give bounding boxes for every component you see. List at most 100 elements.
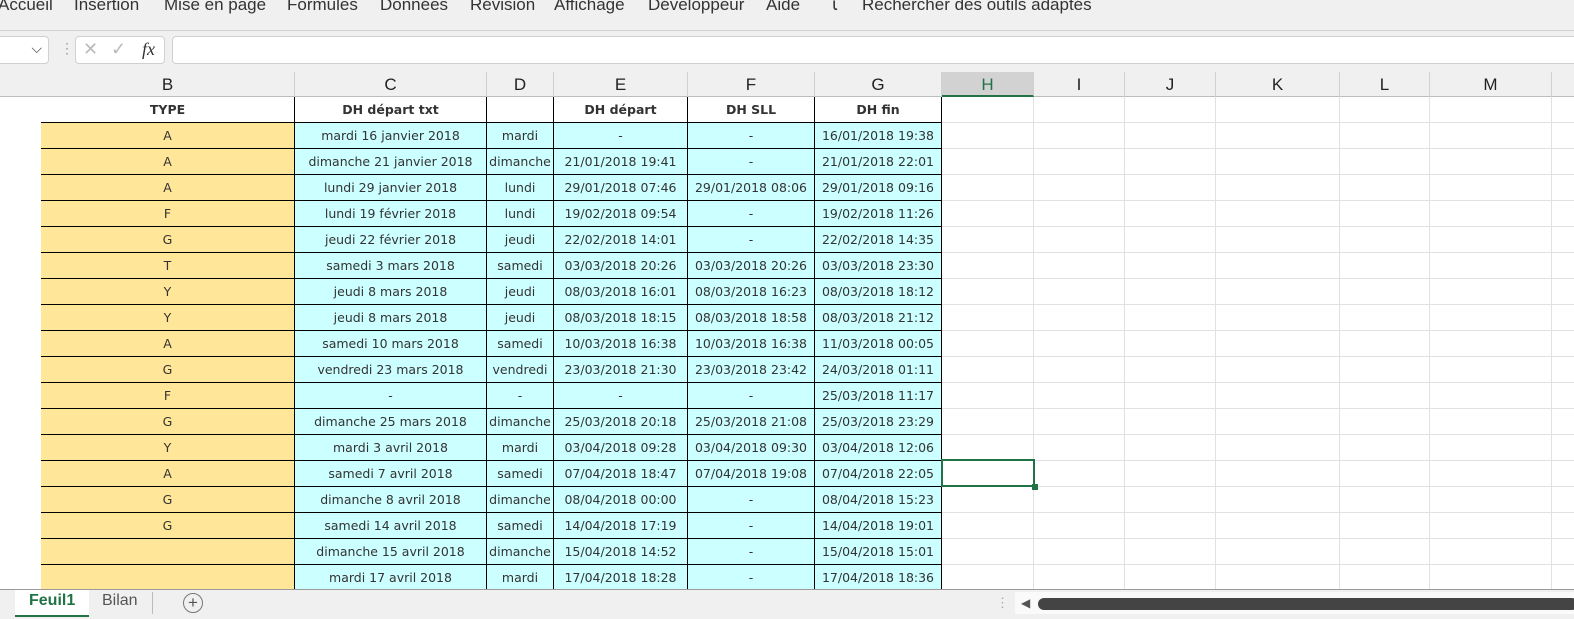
sll-cell[interactable]: - [688, 539, 815, 565]
cell[interactable] [942, 97, 1034, 123]
cell[interactable] [1125, 331, 1216, 357]
cell[interactable] [1034, 305, 1125, 331]
depart-txt-cell[interactable]: dimanche 21 janvier 2018 [295, 149, 487, 175]
cell[interactable] [942, 513, 1034, 539]
cell[interactable] [1034, 487, 1125, 513]
depart-cell[interactable]: 03/04/2018 09:28 [554, 435, 688, 461]
fin-cell[interactable]: 16/01/2018 19:38 [815, 123, 942, 149]
cell[interactable] [1552, 565, 1574, 589]
cell[interactable] [942, 435, 1034, 461]
type-cell[interactable]: G [41, 513, 295, 539]
cell[interactable] [1430, 227, 1552, 253]
depart-cell[interactable]: 03/03/2018 20:26 [554, 253, 688, 279]
cell[interactable] [1340, 201, 1430, 227]
cell[interactable] [1552, 461, 1574, 487]
cell[interactable] [1430, 383, 1552, 409]
type-cell[interactable] [41, 539, 295, 565]
cell[interactable] [1216, 565, 1340, 589]
cell[interactable] [1216, 331, 1340, 357]
day-cell[interactable]: dimanche [487, 539, 554, 565]
day-cell[interactable]: dimanche [487, 409, 554, 435]
cell[interactable] [1340, 279, 1430, 305]
cell[interactable] [1340, 227, 1430, 253]
cell[interactable] [1216, 435, 1340, 461]
cell[interactable] [1340, 149, 1430, 175]
cell[interactable] [942, 305, 1034, 331]
day-cell[interactable]: jeudi [487, 227, 554, 253]
header-dh-fin[interactable]: DH fin [815, 97, 942, 123]
insert-function-icon[interactable]: fx [142, 39, 155, 60]
fin-cell[interactable]: 25/03/2018 11:17 [815, 383, 942, 409]
cell[interactable] [1552, 357, 1574, 383]
cell[interactable] [1125, 461, 1216, 487]
type-cell[interactable]: G [41, 409, 295, 435]
depart-txt-cell[interactable]: samedi 10 mars 2018 [295, 331, 487, 357]
depart-txt-cell[interactable]: samedi 7 avril 2018 [295, 461, 487, 487]
cell[interactable] [1125, 435, 1216, 461]
column-header-j[interactable]: J [1125, 72, 1216, 97]
fin-cell[interactable]: 08/03/2018 21:12 [815, 305, 942, 331]
fin-cell[interactable]: 08/04/2018 15:23 [815, 487, 942, 513]
cell[interactable] [942, 201, 1034, 227]
menu-mise-en-page[interactable]: Mise en page [164, 0, 266, 15]
cell[interactable] [1034, 279, 1125, 305]
cell[interactable] [1034, 357, 1125, 383]
cell[interactable] [1430, 97, 1552, 123]
column-header-c[interactable]: C [295, 72, 487, 97]
header-day[interactable] [487, 97, 554, 123]
column-header-i[interactable]: I [1034, 72, 1125, 97]
cell[interactable] [1430, 435, 1552, 461]
day-cell[interactable]: vendredi [487, 357, 554, 383]
menu-affichage[interactable]: Affichage [554, 0, 625, 15]
type-cell[interactable]: G [41, 487, 295, 513]
type-cell[interactable]: Y [41, 305, 295, 331]
cell[interactable] [1125, 357, 1216, 383]
depart-cell[interactable]: 08/03/2018 16:01 [554, 279, 688, 305]
cell[interactable] [1340, 435, 1430, 461]
cell[interactable] [1216, 357, 1340, 383]
horizontal-scrollbar[interactable]: ◀ [1015, 592, 1574, 614]
header-type[interactable]: TYPE [41, 97, 295, 123]
type-cell[interactable]: A [41, 123, 295, 149]
menu-accueil[interactable]: Accueil [0, 0, 53, 15]
depart-cell[interactable]: 29/01/2018 07:46 [554, 175, 688, 201]
cell[interactable] [1552, 279, 1574, 305]
type-cell[interactable]: F [41, 201, 295, 227]
worksheet-grid[interactable]: ISTYPEDH départ txtDH départDH SLLDH fin… [0, 97, 1574, 589]
cell[interactable] [1034, 461, 1125, 487]
day-cell[interactable]: dimanche [487, 487, 554, 513]
depart-txt-cell[interactable]: samedi 3 mars 2018 [295, 253, 487, 279]
cell[interactable] [1216, 513, 1340, 539]
cell[interactable] [942, 175, 1034, 201]
scrollbar-thumb[interactable] [1038, 598, 1574, 610]
cell[interactable] [1125, 149, 1216, 175]
cell[interactable] [942, 487, 1034, 513]
cell[interactable] [1552, 123, 1574, 149]
cell[interactable] [1216, 305, 1340, 331]
cell[interactable] [1125, 305, 1216, 331]
depart-cell[interactable]: 10/03/2018 16:38 [554, 331, 688, 357]
cell[interactable] [942, 409, 1034, 435]
column-header-b[interactable]: B [41, 72, 295, 97]
cell[interactable] [1340, 175, 1430, 201]
cell[interactable] [1552, 513, 1574, 539]
cell[interactable] [1430, 305, 1552, 331]
day-cell[interactable]: samedi [487, 253, 554, 279]
sll-cell[interactable]: - [688, 565, 815, 589]
day-cell[interactable]: lundi [487, 175, 554, 201]
add-sheet-icon[interactable]: + [183, 593, 203, 613]
cell[interactable] [1034, 435, 1125, 461]
cell[interactable] [1552, 409, 1574, 435]
cell[interactable] [1430, 175, 1552, 201]
type-cell[interactable]: G [41, 357, 295, 383]
cell[interactable] [1430, 253, 1552, 279]
cell[interactable] [1340, 513, 1430, 539]
sll-cell[interactable]: 08/03/2018 18:58 [688, 305, 815, 331]
cell[interactable] [1125, 201, 1216, 227]
cell[interactable] [942, 565, 1034, 589]
depart-txt-cell[interactable]: mardi 3 avril 2018 [295, 435, 487, 461]
cell[interactable] [942, 123, 1034, 149]
sll-cell[interactable]: 07/04/2018 19:08 [688, 461, 815, 487]
fin-cell[interactable]: 19/02/2018 11:26 [815, 201, 942, 227]
cell[interactable] [1552, 149, 1574, 175]
